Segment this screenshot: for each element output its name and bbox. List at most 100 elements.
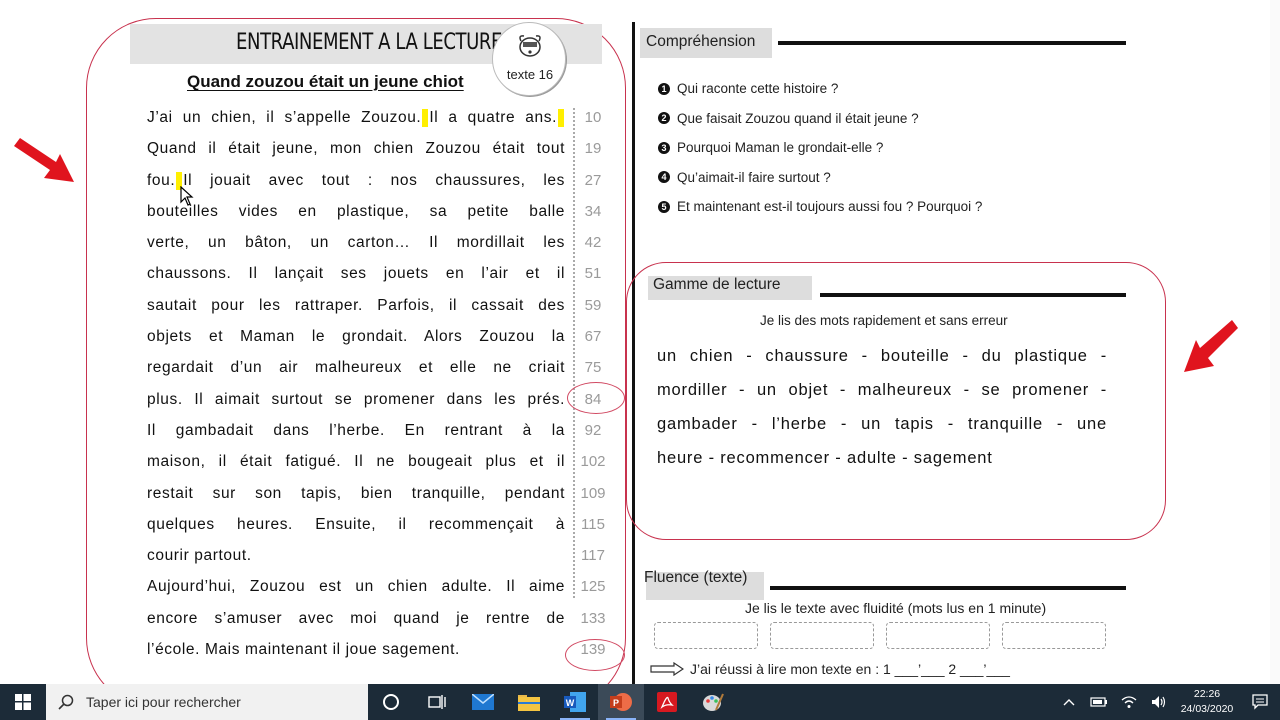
reading-line: plus. Il aimait surtout se promener dans…	[147, 390, 565, 408]
reading-line: encore s’amuser avec moi quand je rentre…	[147, 609, 565, 627]
question-text: Qui raconte cette histoire ?	[677, 81, 839, 97]
question-text: Et maintenant est-il toujours aussi fou …	[677, 199, 983, 215]
reading-line: verte, un bâton, un carton… Il mordillai…	[147, 234, 565, 252]
word-count: 102	[580, 453, 606, 471]
svg-text:P: P	[613, 698, 619, 708]
battery-button[interactable]	[1084, 684, 1114, 720]
gamme-title: Gamme de lecture	[653, 276, 781, 293]
gamme-line: un chien - chaussure - bouteille - du pl…	[657, 347, 1107, 365]
clock-time: 22:26	[1193, 688, 1221, 700]
reading-line-part: J’ai un chien, il s’appelle Zouzou.	[147, 109, 422, 126]
reading-text: J’ai un chien, il s’appelle Zouzou. Il a …	[147, 106, 565, 669]
question-item: 1 Qui raconte cette histoire ?	[658, 74, 982, 104]
reading-line: Il gambadait dans l’herbe. En rentrant à…	[147, 421, 565, 439]
acrobat-icon	[657, 692, 677, 712]
gamme-rule	[820, 293, 1126, 297]
search-icon	[58, 694, 74, 710]
powerpoint-app-button[interactable]: P	[598, 684, 644, 720]
gamme-word-list: un chien - chaussure - bouteille - du pl…	[657, 343, 1107, 479]
windows-logo-icon	[15, 694, 31, 710]
reading-line: objets et Maman le grondait. Alors Zouzo…	[147, 328, 565, 346]
cortana-button[interactable]	[368, 684, 414, 720]
word-count: 42	[584, 234, 602, 252]
reading-line: courir partout.	[147, 547, 252, 565]
fluence-rule	[770, 586, 1126, 590]
windows-taskbar: W P 22:26	[0, 684, 1280, 720]
annotation-circle-139	[565, 639, 625, 671]
reading-line: Quand il était jeune, mon chien Zouzou é…	[147, 140, 565, 158]
word-count: 10	[584, 109, 602, 126]
word-icon: W	[564, 692, 586, 712]
reading-line: J’ai un chien, il s’appelle Zouzou. Il a …	[147, 106, 565, 137]
reading-line: quelques heures. Ensuite, il recommençai…	[147, 515, 565, 533]
red-arrow-icon-right	[1184, 320, 1238, 372]
word-count: 59	[584, 296, 602, 314]
fluence-box-3	[886, 622, 990, 649]
fluence-box-4	[1002, 622, 1106, 649]
clock-date: 24/03/2020	[1180, 703, 1234, 715]
system-tray: 22:26 24/03/2020	[1054, 684, 1280, 720]
network-button[interactable]	[1114, 684, 1144, 720]
gamme-line: gambader - l’herbe - un tapis - tranquil…	[657, 415, 1107, 433]
word-app-button[interactable]: W	[552, 684, 598, 720]
fluence-box-2	[770, 622, 874, 649]
word-count: 34	[584, 202, 602, 220]
paint-icon	[703, 693, 724, 711]
reading-line: Aujourd’hui, Zouzou est un chien adulte.…	[147, 578, 565, 596]
svg-text:W: W	[566, 698, 575, 708]
fluence-title: Fluence (texte)	[644, 569, 748, 586]
file-explorer-button[interactable]	[506, 684, 552, 720]
mail-icon	[472, 694, 494, 710]
fluence-instruction: Je lis le texte avec fluidité (mots lus …	[745, 600, 1047, 616]
search-input[interactable]	[86, 694, 346, 710]
question-item: 3 Pourquoi Maman le grondait-elle ?	[658, 133, 982, 163]
question-text: Que faisait Zouzou quand il était jeune …	[677, 110, 919, 126]
volume-button[interactable]	[1144, 684, 1174, 720]
wifi-icon	[1121, 696, 1137, 708]
dotted-separator	[573, 108, 575, 598]
word-count: 115	[581, 515, 605, 533]
cortana-icon	[383, 694, 399, 710]
action-center-button[interactable]	[1240, 684, 1280, 720]
reading-line: l’école. Mais maintenant il joue sagemen…	[147, 641, 460, 659]
worksheet-page: ENTRAINEMENT A LA LECTURE texte 16 Quand…	[0, 0, 1280, 684]
battery-icon	[1090, 697, 1107, 707]
fluence-result-text: J’ai réussi à lire mon texte en : 1 ___’…	[690, 661, 1010, 677]
paint-app-button[interactable]	[690, 684, 736, 720]
question-number-icon: 1	[658, 82, 670, 95]
speaker-icon	[1152, 696, 1166, 708]
annotation-circle-84	[567, 382, 625, 414]
reading-line: bouteilles vides en plastique, sa petite…	[147, 202, 565, 220]
taskbar-clock[interactable]: 22:26 24/03/2020	[1174, 687, 1240, 717]
question-number-icon: 5	[658, 200, 670, 213]
question-text: Pourquoi Maman le grondait-elle ?	[677, 140, 884, 156]
word-count: 109	[580, 484, 606, 502]
fluence-result-line: J’ai réussi à lire mon texte en : 1 ___’…	[650, 661, 1010, 677]
comprehension-rule	[778, 41, 1126, 45]
question-item: 5 Et maintenant est-il toujours aussi fou…	[658, 192, 982, 222]
acrobat-app-button[interactable]	[644, 684, 690, 720]
task-view-icon	[428, 695, 446, 709]
start-button[interactable]	[0, 684, 46, 720]
word-count: 125	[580, 578, 606, 596]
story-title: Quand zouzou était un jeune chiot	[187, 72, 464, 91]
question-item: 4 Qu’aimait-il faire surtout ?	[658, 163, 982, 193]
question-number-icon: 2	[658, 112, 670, 125]
gamme-line: heure - recommencer - adulte - sagement	[657, 449, 993, 467]
show-hidden-icons-button[interactable]	[1054, 684, 1084, 720]
powerpoint-icon: P	[610, 693, 632, 711]
worksheet-title: ENTRAINEMENT A LA LECTURE	[236, 30, 503, 55]
word-count: 27	[584, 171, 602, 189]
task-view-button[interactable]	[414, 684, 460, 720]
reading-line: fou. Il jouait avec tout : nos chaussures…	[147, 169, 565, 200]
highlight-mark	[558, 108, 565, 127]
reading-line: sautait pour les rattraper. Parfois, il …	[147, 296, 565, 314]
taskbar-search[interactable]	[46, 684, 368, 720]
reading-line-part: fou.	[147, 171, 176, 189]
gamme-instruction: Je lis des mots rapidement et sans erreu…	[760, 313, 1008, 328]
fluence-box-1	[654, 622, 758, 649]
reading-line: regardait d’un air malheureux et elle ne…	[147, 359, 565, 377]
word-count: 92	[584, 421, 602, 439]
scroll-edge	[1270, 0, 1280, 684]
mail-app-button[interactable]	[460, 684, 506, 720]
